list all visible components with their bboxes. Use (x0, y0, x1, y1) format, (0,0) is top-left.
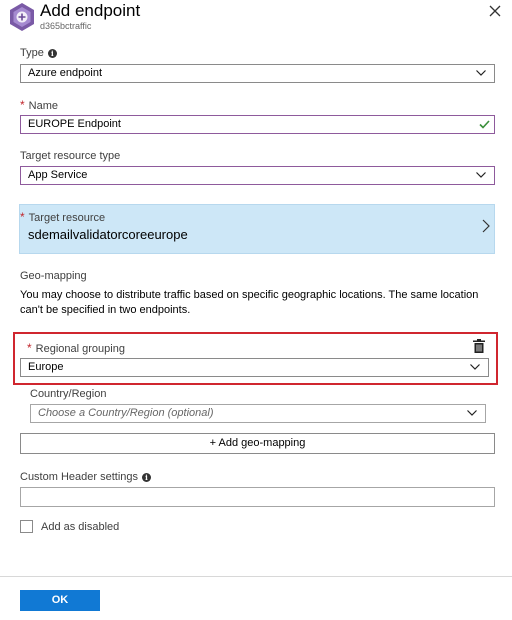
country-region-placeholder: Choose a Country/Region (optional) (38, 407, 214, 419)
type-value: Azure endpoint (28, 67, 102, 79)
page-title: Add endpoint (40, 1, 141, 20)
country-region-dropdown[interactable]: Choose a Country/Region (optional) (30, 404, 486, 423)
chevron-down-icon (470, 364, 480, 370)
chevron-down-icon (476, 172, 486, 178)
required-marker: * (20, 98, 25, 112)
close-icon[interactable] (488, 4, 502, 18)
target-resource-type-dropdown[interactable]: App Service (20, 166, 495, 185)
checkmark-icon (479, 120, 490, 129)
regional-grouping-label: * Regional grouping (27, 341, 125, 355)
add-as-disabled-checkbox[interactable] (20, 520, 33, 533)
footer-divider (0, 576, 512, 577)
chevron-down-icon (476, 70, 486, 76)
info-icon: i (142, 473, 151, 482)
name-label-text: Name (28, 100, 59, 112)
type-label: Type i (20, 47, 57, 59)
regional-grouping-section: * Regional grouping Europe (13, 332, 498, 385)
traffic-manager-icon (10, 3, 34, 31)
name-input[interactable]: EUROPE Endpoint (20, 115, 495, 134)
blade-header: Add endpoint d365bctraffic (0, 0, 512, 40)
regional-grouping-label-text: Regional grouping (35, 343, 125, 355)
required-marker: * (20, 210, 25, 224)
regional-grouping-dropdown[interactable]: Europe (20, 358, 489, 377)
ok-button[interactable]: OK (20, 590, 100, 611)
type-label-text: Type (20, 47, 44, 59)
type-dropdown[interactable]: Azure endpoint (20, 64, 495, 83)
target-resource-value: sdemailvalidatorcoreeurope (28, 227, 188, 242)
chevron-right-icon (482, 219, 490, 233)
required-marker: * (27, 341, 32, 355)
chevron-down-icon (467, 410, 477, 416)
page-subtitle: d365bctraffic (40, 21, 92, 31)
target-resource-type-label: Target resource type (20, 150, 121, 162)
info-icon: i (47, 49, 57, 58)
regional-grouping-value: Europe (28, 361, 64, 373)
country-region-label: Country/Region (30, 388, 107, 400)
name-value: EUROPE Endpoint (28, 118, 121, 130)
target-resource-label: * Target resource (20, 210, 105, 224)
add-as-disabled-label: Add as disabled (41, 521, 120, 533)
geo-mapping-heading: Geo-mapping (20, 270, 87, 282)
target-resource-selector[interactable]: * Target resource sdemailvalidatorcoreeur… (19, 204, 495, 254)
custom-header-label: Custom Header settings i (20, 471, 151, 483)
target-resource-label-text: Target resource (28, 212, 106, 224)
trash-icon[interactable] (473, 339, 485, 353)
add-geo-mapping-button[interactable]: + Add geo-mapping (20, 433, 495, 454)
custom-header-input[interactable] (20, 487, 495, 507)
name-label: * Name (20, 98, 58, 112)
geo-mapping-description: You may choose to distribute traffic bas… (20, 289, 479, 316)
custom-header-label-text: Custom Header settings (20, 471, 138, 483)
target-resource-type-value: App Service (28, 169, 88, 181)
